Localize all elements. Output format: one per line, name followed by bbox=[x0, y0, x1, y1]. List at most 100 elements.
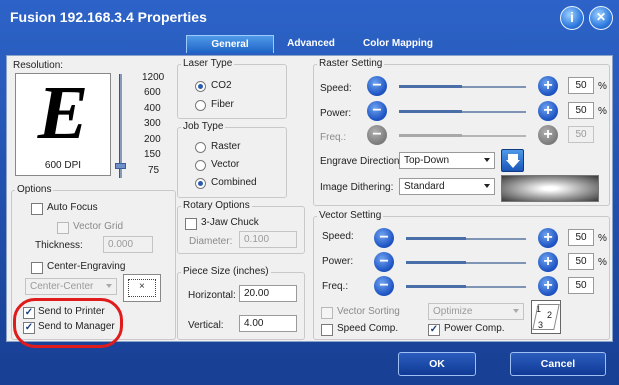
window-title: Fusion 192.168.3.4 Properties bbox=[10, 9, 207, 25]
laser-co2-radio[interactable] bbox=[195, 81, 206, 92]
job-combined-radio[interactable] bbox=[195, 178, 206, 189]
vector-power-decrease-button[interactable]: − bbox=[374, 252, 394, 272]
engrave-direction-label: Engrave Direction: bbox=[320, 156, 403, 167]
raster-power-slider[interactable] bbox=[399, 110, 526, 113]
vector-power-label: Power: bbox=[322, 256, 354, 267]
three-jaw-chuck-label: 3-Jaw Chuck bbox=[201, 217, 259, 228]
engrave-direction-arrow-icon[interactable] bbox=[501, 149, 524, 172]
scale-150: 150 bbox=[144, 149, 161, 160]
vector-sorting-value: Optimize bbox=[433, 306, 473, 317]
thickness-label: Thickness: bbox=[35, 240, 83, 251]
scale-300: 300 bbox=[144, 118, 161, 129]
horizontal-input[interactable]: 20.00 bbox=[239, 285, 297, 302]
job-vector-label: Vector bbox=[211, 159, 240, 170]
help-icon[interactable]: i bbox=[560, 6, 584, 30]
vector-grid-checkbox[interactable] bbox=[57, 222, 69, 234]
scale-400: 400 bbox=[144, 103, 161, 114]
raster-freq-decrease-button[interactable]: − bbox=[367, 125, 387, 145]
vertical-input[interactable]: 4.00 bbox=[239, 315, 297, 332]
preview-letter: E bbox=[37, 71, 89, 155]
vector-speed-slider[interactable] bbox=[406, 237, 526, 240]
vector-speed-input[interactable]: 50 bbox=[568, 229, 594, 246]
horizontal-label: Horizontal: bbox=[188, 290, 236, 301]
raster-freq-label: Freq.: bbox=[320, 132, 347, 143]
raster-power-decrease-button[interactable]: − bbox=[367, 101, 387, 121]
raster-speed-decrease-button[interactable]: − bbox=[367, 76, 387, 96]
center-engraving-checkbox[interactable] bbox=[31, 262, 43, 274]
diameter-input[interactable]: 0.100 bbox=[239, 231, 297, 248]
raster-freq-slider[interactable] bbox=[399, 134, 526, 137]
raster-power-label: Power: bbox=[320, 108, 352, 119]
vector-setting-label: Vector Setting bbox=[317, 210, 384, 221]
laser-co2-label: CO2 bbox=[211, 80, 232, 91]
scale-200: 200 bbox=[144, 134, 161, 145]
image-dithering-label: Image Dithering: bbox=[320, 182, 394, 193]
center-engraving-label: Center-Engraving bbox=[47, 261, 126, 272]
vector-freq-decrease-button[interactable]: − bbox=[374, 276, 394, 296]
close-icon[interactable]: ✕ bbox=[589, 6, 613, 30]
three-jaw-chuck-checkbox[interactable] bbox=[185, 218, 197, 230]
job-raster-radio[interactable] bbox=[195, 142, 206, 153]
speed-comp-label: Speed Comp. bbox=[337, 323, 399, 334]
engrave-direction-value: Top-Down bbox=[404, 155, 450, 166]
auto-focus-label: Auto Focus bbox=[47, 202, 98, 213]
raster-speed-input[interactable]: 50 bbox=[568, 77, 594, 94]
laser-type-group bbox=[177, 64, 287, 119]
vector-sorting-checkbox[interactable] bbox=[321, 307, 333, 319]
vector-power-slider[interactable] bbox=[406, 261, 526, 264]
auto-focus-checkbox[interactable] bbox=[31, 203, 43, 215]
scale-600: 600 bbox=[144, 87, 161, 98]
raster-power-input[interactable]: 50 bbox=[568, 102, 594, 119]
vector-freq-increase-button[interactable]: + bbox=[538, 276, 558, 296]
highlight-circle bbox=[13, 298, 123, 348]
resolution-preview: E 600 DPI bbox=[15, 71, 111, 176]
raster-speed-increase-button[interactable]: + bbox=[538, 76, 558, 96]
raster-power-increase-button[interactable]: + bbox=[538, 101, 558, 121]
ok-button[interactable]: OK bbox=[398, 352, 476, 376]
job-raster-label: Raster bbox=[211, 141, 241, 152]
vector-speed-decrease-button[interactable]: − bbox=[374, 228, 394, 248]
laser-fiber-radio[interactable] bbox=[195, 100, 206, 111]
engrave-direction-select[interactable]: Top-Down bbox=[399, 152, 495, 169]
image-dithering-value: Standard bbox=[404, 181, 445, 192]
image-dithering-select[interactable]: Standard bbox=[399, 178, 495, 195]
piece-size-label: Piece Size (inches) bbox=[181, 266, 271, 277]
job-combined-label: Combined bbox=[211, 177, 257, 188]
raster-power-unit: % bbox=[598, 106, 607, 117]
vertical-label: Vertical: bbox=[188, 320, 224, 331]
raster-freq-input[interactable]: 50 bbox=[568, 126, 594, 143]
raster-setting-label: Raster Setting bbox=[317, 58, 385, 69]
center-position-icon: × bbox=[123, 274, 161, 302]
raster-speed-slider[interactable] bbox=[399, 85, 526, 88]
vector-power-input[interactable]: 50 bbox=[568, 253, 594, 270]
tab-advanced[interactable]: Advanced bbox=[278, 35, 344, 53]
vector-freq-slider[interactable] bbox=[406, 285, 526, 288]
vector-grid-label: Vector Grid bbox=[73, 221, 124, 232]
vector-power-increase-button[interactable]: + bbox=[538, 252, 558, 272]
vector-speed-increase-button[interactable]: + bbox=[538, 228, 558, 248]
cancel-button[interactable]: Cancel bbox=[510, 352, 606, 376]
vector-freq-label: Freq.: bbox=[322, 281, 349, 292]
tab-general[interactable]: General bbox=[186, 35, 274, 53]
center-position-select[interactable]: Center-Center bbox=[25, 278, 117, 295]
vector-sorting-select[interactable]: Optimize bbox=[428, 303, 524, 320]
laser-type-label: Laser Type bbox=[181, 58, 235, 69]
tab-color-mapping[interactable]: Color Mapping bbox=[354, 35, 442, 53]
speed-comp-checkbox[interactable] bbox=[321, 324, 333, 336]
thickness-input[interactable]: 0.000 bbox=[103, 236, 153, 253]
vector-freq-input[interactable]: 50 bbox=[568, 277, 594, 294]
job-vector-radio[interactable] bbox=[195, 160, 206, 171]
power-comp-checkbox[interactable]: ✓ bbox=[428, 324, 440, 336]
power-comp-label: Power Comp. bbox=[444, 323, 505, 334]
vector-setting-group bbox=[313, 216, 610, 340]
resolution-slider-thumb[interactable] bbox=[115, 163, 126, 169]
raster-freq-increase-button[interactable]: + bbox=[538, 125, 558, 145]
center-position-value: Center-Center bbox=[30, 281, 94, 292]
rotary-label: Rotary Options bbox=[181, 200, 252, 211]
dithering-preview bbox=[501, 175, 599, 202]
raster-speed-unit: % bbox=[598, 81, 607, 92]
dpi-label: 600 DPI bbox=[44, 160, 82, 171]
properties-window: Fusion 192.168.3.4 Properties i ✕ Genera… bbox=[0, 0, 619, 385]
options-label: Options bbox=[15, 184, 54, 195]
vector-sorting-label: Vector Sorting bbox=[337, 306, 400, 317]
